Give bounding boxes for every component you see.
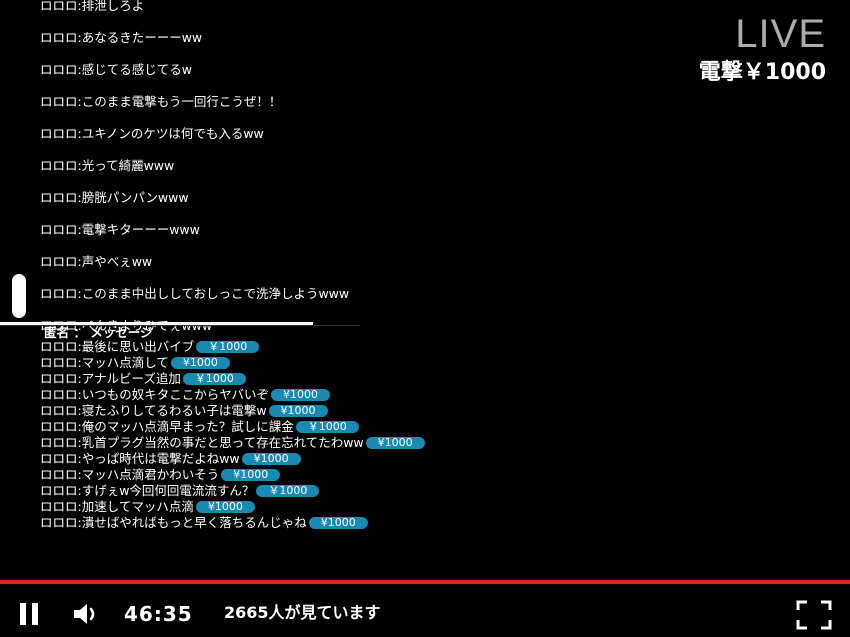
super-chat-text: ロロロ:寝たふりしてるわるい子は電撃w <box>40 403 267 418</box>
super-chat-header: 匿名 ： メッセージ <box>44 325 153 340</box>
chat-message: ロロロ:声やべぇww <box>40 254 153 269</box>
chat-message: ロロロ:感じてる感じてるw <box>40 62 192 77</box>
amount-badge: ¥1000 <box>365 437 425 449</box>
chat-message: ロロロ:排泄しろよ <box>40 0 145 13</box>
chat-message: ロロロ:ユキノンのケツは何でも入るww <box>40 126 264 141</box>
chat-message: ロロロ:光って綺麗www <box>40 158 175 173</box>
amount-badge: ￥1000 <box>196 341 260 353</box>
super-chat-row: ロロロ:マッハ点滴して ¥1000 <box>40 355 425 371</box>
chat-scrollbar-thumb[interactable] <box>12 274 26 318</box>
chat-area: ロロロ:排泄しろよ ロロロ:あなるきたーーーww ロロロ:感じてる感じてるw ロ… <box>0 0 850 580</box>
super-chat-row: ロロロ:マッハ点滴君かわいそう ¥1000 <box>40 467 425 483</box>
amount-badge: ¥1000 <box>195 501 255 513</box>
live-tip-amount: 電撃￥1000 <box>698 60 826 85</box>
super-chat-text: ロロロ:アナルビーズ追加 <box>40 371 181 386</box>
fullscreen-icon[interactable] <box>796 600 832 630</box>
super-chat-row: ロロロ:いつもの奴キタここからヤバいぞ ¥1000 <box>40 387 425 403</box>
amount-badge: ¥1000 <box>268 405 328 417</box>
super-chat-text: ロロロ:やっぱ時代は電撃だよねww <box>40 451 240 466</box>
amount-badge: ¥1000 <box>308 517 368 529</box>
super-chat-row: ロロロ:俺のマッハ点滴早まった？試しに課金 ￥1000 <box>40 419 425 435</box>
super-chat-row: ロロロ:加速してマッハ点滴 ¥1000 <box>40 499 425 515</box>
amount-badge: ￥1000 <box>256 485 320 497</box>
super-chat-row: ロロロ:寝たふりしてるわるい子は電撃w ¥1000 <box>40 403 425 419</box>
super-chat-text: ロロロ:潰せばやればもっと早く落ちるんじゃね <box>40 515 307 530</box>
super-chat-text: ロロロ:いつもの奴キタここからヤバいぞ <box>40 387 269 402</box>
playback-time: 46:35 <box>124 602 193 626</box>
amount-badge: ¥1000 <box>170 357 230 369</box>
super-chat-text: ロロロ:マッハ点滴君かわいそう <box>40 467 220 482</box>
amount-badge: ¥1000 <box>241 453 301 465</box>
super-chat-row: ロロロ:乳首プラグ当然の事だと思って存在忘れてたわww ¥1000 <box>40 435 425 451</box>
super-chat-row: ロロロ:最後に思い出バイブ ￥1000 <box>40 339 425 355</box>
chat-message: ロロロ:あなるきたーーーww <box>40 30 203 45</box>
volume-icon[interactable] <box>72 602 102 626</box>
chat-log: ロロロ:排泄しろよ ロロロ:あなるきたーーーww ロロロ:感じてる感じてるw ロ… <box>40 0 680 342</box>
super-chat-text: ロロロ:加速してマッハ点滴 <box>40 499 194 514</box>
super-chat-list: ロロロ:最後に思い出バイブ ￥1000 ロロロ:マッハ点滴して ¥1000 ロロロ:… <box>40 339 425 531</box>
chat-message: ロロロ:このまま中出ししておしっこで洗浄しようwww <box>40 286 350 301</box>
super-chat-text: ロロロ:最後に思い出バイブ <box>40 339 195 354</box>
super-chat-text: ロロロ:乳首プラグ当然の事だと思って存在忘れてたわww <box>40 435 364 450</box>
super-chat-text: ロロロ:俺のマッハ点滴早まった？試しに課金 <box>40 419 294 434</box>
super-chat-row: ロロロ:すげぇw今回何回電流流すん？ ￥1000 <box>40 483 425 499</box>
chat-message: ロロロ:このまま電撃もう一回行こうぜ！！ <box>40 94 282 109</box>
live-label: LIVE <box>735 12 826 56</box>
super-chat-text: ロロロ:すげぇw今回何回電流流すん？ <box>40 483 255 498</box>
super-chat-row: ロロロ:アナルビーズ追加 ￥1000 <box>40 371 425 387</box>
super-chat-row: ロロロ:潰せばやればもっと早く落ちるんじゃね ¥1000 <box>40 515 425 531</box>
viewer-count: 2665人が見ています <box>224 603 381 622</box>
live-overlay: LIVE 電撃￥1000 <box>699 12 826 86</box>
super-chat-text: ロロロ:マッハ点滴して <box>40 355 169 370</box>
chat-message: ロロロ:膀胱パンパンwww <box>40 190 189 205</box>
player-controls: 46:35 2665人が見ています <box>0 584 850 637</box>
pause-icon[interactable] <box>20 603 44 627</box>
amount-badge: ¥1000 <box>221 469 281 481</box>
amount-badge: ￥1000 <box>182 373 246 385</box>
super-chat-row: ロロロ:やっぱ時代は電撃だよねww ¥1000 <box>40 451 425 467</box>
amount-badge: ¥1000 <box>270 389 330 401</box>
amount-badge: ￥1000 <box>295 421 359 433</box>
chat-message: ロロロ:電撃キターーーwww <box>40 222 200 237</box>
